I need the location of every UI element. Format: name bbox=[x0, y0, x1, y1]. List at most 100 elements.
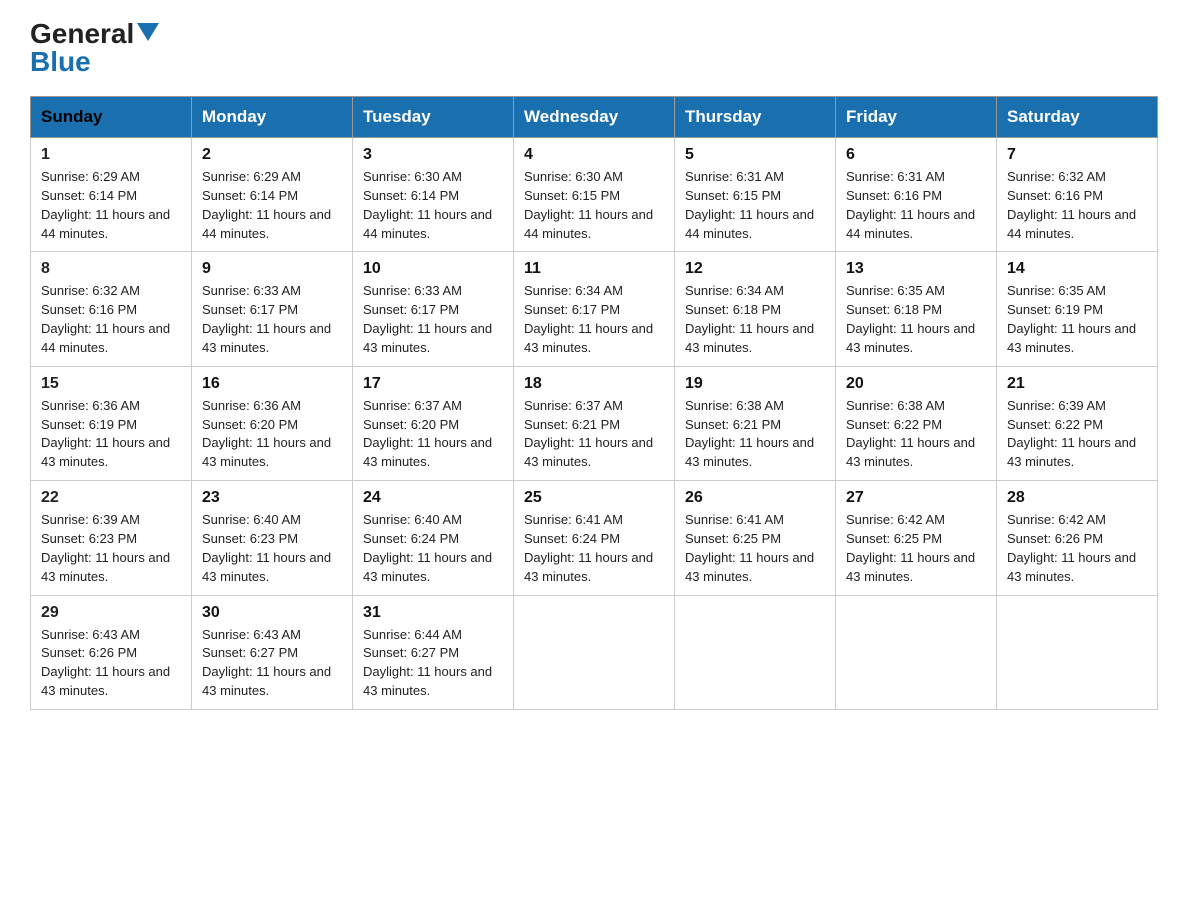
day-info: Sunrise: 6:42 AMSunset: 6:26 PMDaylight:… bbox=[1007, 511, 1147, 586]
calendar-cell: 13 Sunrise: 6:35 AMSunset: 6:18 PMDayligh… bbox=[836, 252, 997, 366]
day-info: Sunrise: 6:34 AMSunset: 6:18 PMDaylight:… bbox=[685, 282, 825, 357]
day-info: Sunrise: 6:43 AMSunset: 6:27 PMDaylight:… bbox=[202, 626, 342, 701]
day-number: 14 bbox=[1007, 260, 1147, 278]
calendar-cell: 23 Sunrise: 6:40 AMSunset: 6:23 PMDayligh… bbox=[192, 481, 353, 595]
calendar-cell bbox=[997, 595, 1158, 709]
day-info: Sunrise: 6:29 AMSunset: 6:14 PMDaylight:… bbox=[41, 168, 181, 243]
calendar-cell: 9 Sunrise: 6:33 AMSunset: 6:17 PMDaylight… bbox=[192, 252, 353, 366]
day-info: Sunrise: 6:40 AMSunset: 6:23 PMDaylight:… bbox=[202, 511, 342, 586]
calendar-cell: 16 Sunrise: 6:36 AMSunset: 6:20 PMDayligh… bbox=[192, 366, 353, 480]
day-info: Sunrise: 6:32 AMSunset: 6:16 PMDaylight:… bbox=[41, 282, 181, 357]
weekday-header-row: SundayMondayTuesdayWednesdayThursdayFrid… bbox=[31, 97, 1158, 138]
calendar-cell: 20 Sunrise: 6:38 AMSunset: 6:22 PMDayligh… bbox=[836, 366, 997, 480]
calendar-cell: 11Sunrise: 6:34 AMSunset: 6:17 PMDayligh… bbox=[514, 252, 675, 366]
day-info: Sunrise: 6:37 AMSunset: 6:20 PMDaylight:… bbox=[363, 397, 503, 472]
day-number: 20 bbox=[846, 375, 986, 393]
day-number: 16 bbox=[202, 375, 342, 393]
calendar-cell: 7 Sunrise: 6:32 AMSunset: 6:16 PMDaylight… bbox=[997, 138, 1158, 252]
day-number: 7 bbox=[1007, 146, 1147, 164]
day-number: 10 bbox=[363, 260, 503, 278]
calendar-cell bbox=[675, 595, 836, 709]
day-info: Sunrise: 6:35 AMSunset: 6:18 PMDaylight:… bbox=[846, 282, 986, 357]
weekday-header-thursday: Thursday bbox=[675, 97, 836, 138]
day-info: Sunrise: 6:32 AMSunset: 6:16 PMDaylight:… bbox=[1007, 168, 1147, 243]
day-info: Sunrise: 6:30 AMSunset: 6:15 PMDaylight:… bbox=[524, 168, 664, 243]
calendar-cell: 19Sunrise: 6:38 AMSunset: 6:21 PMDayligh… bbox=[675, 366, 836, 480]
week-row-5: 29 Sunrise: 6:43 AMSunset: 6:26 PMDayligh… bbox=[31, 595, 1158, 709]
day-number: 6 bbox=[846, 146, 986, 164]
week-row-3: 15 Sunrise: 6:36 AMSunset: 6:19 PMDayligh… bbox=[31, 366, 1158, 480]
weekday-header-friday: Friday bbox=[836, 97, 997, 138]
calendar-cell: 29 Sunrise: 6:43 AMSunset: 6:26 PMDayligh… bbox=[31, 595, 192, 709]
calendar-cell: 14 Sunrise: 6:35 AMSunset: 6:19 PMDayligh… bbox=[997, 252, 1158, 366]
calendar-cell: 3 Sunrise: 6:30 AMSunset: 6:14 PMDaylight… bbox=[353, 138, 514, 252]
day-info: Sunrise: 6:43 AMSunset: 6:26 PMDaylight:… bbox=[41, 626, 181, 701]
calendar-cell bbox=[514, 595, 675, 709]
day-number: 11 bbox=[524, 260, 664, 278]
day-number: 1 bbox=[41, 146, 181, 164]
weekday-header-saturday: Saturday bbox=[997, 97, 1158, 138]
week-row-4: 22 Sunrise: 6:39 AMSunset: 6:23 PMDayligh… bbox=[31, 481, 1158, 595]
calendar-cell: 30 Sunrise: 6:43 AMSunset: 6:27 PMDayligh… bbox=[192, 595, 353, 709]
day-info: Sunrise: 6:38 AMSunset: 6:22 PMDaylight:… bbox=[846, 397, 986, 472]
weekday-header-tuesday: Tuesday bbox=[353, 97, 514, 138]
calendar-cell: 4 Sunrise: 6:30 AMSunset: 6:15 PMDaylight… bbox=[514, 138, 675, 252]
calendar-cell: 17 Sunrise: 6:37 AMSunset: 6:20 PMDayligh… bbox=[353, 366, 514, 480]
calendar-cell bbox=[836, 595, 997, 709]
calendar-cell: 6 Sunrise: 6:31 AMSunset: 6:16 PMDaylight… bbox=[836, 138, 997, 252]
day-info: Sunrise: 6:31 AMSunset: 6:15 PMDaylight:… bbox=[685, 168, 825, 243]
day-number: 30 bbox=[202, 604, 342, 622]
day-number: 31 bbox=[363, 604, 503, 622]
day-info: Sunrise: 6:40 AMSunset: 6:24 PMDaylight:… bbox=[363, 511, 503, 586]
calendar-table: SundayMondayTuesdayWednesdayThursdayFrid… bbox=[30, 96, 1158, 710]
logo-blue-text: Blue bbox=[30, 48, 91, 76]
weekday-header-wednesday: Wednesday bbox=[514, 97, 675, 138]
calendar-cell: 10 Sunrise: 6:33 AMSunset: 6:17 PMDayligh… bbox=[353, 252, 514, 366]
day-number: 8 bbox=[41, 260, 181, 278]
day-info: Sunrise: 6:33 AMSunset: 6:17 PMDaylight:… bbox=[363, 282, 503, 357]
weekday-header-sunday: Sunday bbox=[31, 97, 192, 138]
day-number: 4 bbox=[524, 146, 664, 164]
day-info: Sunrise: 6:39 AMSunset: 6:22 PMDaylight:… bbox=[1007, 397, 1147, 472]
calendar-cell: 27 Sunrise: 6:42 AMSunset: 6:25 PMDayligh… bbox=[836, 481, 997, 595]
weekday-header-monday: Monday bbox=[192, 97, 353, 138]
day-number: 29 bbox=[41, 604, 181, 622]
day-number: 26 bbox=[685, 489, 825, 507]
day-number: 3 bbox=[363, 146, 503, 164]
day-info: Sunrise: 6:41 AMSunset: 6:24 PMDaylight:… bbox=[524, 511, 664, 586]
day-info: Sunrise: 6:37 AMSunset: 6:21 PMDaylight:… bbox=[524, 397, 664, 472]
calendar-cell: 31 Sunrise: 6:44 AMSunset: 6:27 PMDayligh… bbox=[353, 595, 514, 709]
day-number: 21 bbox=[1007, 375, 1147, 393]
day-info: Sunrise: 6:33 AMSunset: 6:17 PMDaylight:… bbox=[202, 282, 342, 357]
logo: General Blue bbox=[30, 20, 159, 76]
calendar-cell: 5Sunrise: 6:31 AMSunset: 6:15 PMDaylight… bbox=[675, 138, 836, 252]
day-number: 9 bbox=[202, 260, 342, 278]
logo-general-text: General bbox=[30, 20, 134, 48]
day-info: Sunrise: 6:36 AMSunset: 6:20 PMDaylight:… bbox=[202, 397, 342, 472]
day-number: 22 bbox=[41, 489, 181, 507]
calendar-cell: 21 Sunrise: 6:39 AMSunset: 6:22 PMDayligh… bbox=[997, 366, 1158, 480]
day-number: 13 bbox=[846, 260, 986, 278]
day-info: Sunrise: 6:35 AMSunset: 6:19 PMDaylight:… bbox=[1007, 282, 1147, 357]
day-number: 23 bbox=[202, 489, 342, 507]
day-info: Sunrise: 6:44 AMSunset: 6:27 PMDaylight:… bbox=[363, 626, 503, 701]
day-number: 24 bbox=[363, 489, 503, 507]
day-number: 28 bbox=[1007, 489, 1147, 507]
day-info: Sunrise: 6:39 AMSunset: 6:23 PMDaylight:… bbox=[41, 511, 181, 586]
day-number: 12 bbox=[685, 260, 825, 278]
day-number: 17 bbox=[363, 375, 503, 393]
day-number: 27 bbox=[846, 489, 986, 507]
day-number: 25 bbox=[524, 489, 664, 507]
day-info: Sunrise: 6:38 AMSunset: 6:21 PMDaylight:… bbox=[685, 397, 825, 472]
day-number: 15 bbox=[41, 375, 181, 393]
calendar-cell: 2Sunrise: 6:29 AMSunset: 6:14 PMDaylight… bbox=[192, 138, 353, 252]
day-info: Sunrise: 6:36 AMSunset: 6:19 PMDaylight:… bbox=[41, 397, 181, 472]
day-info: Sunrise: 6:41 AMSunset: 6:25 PMDaylight:… bbox=[685, 511, 825, 586]
day-number: 18 bbox=[524, 375, 664, 393]
calendar-cell: 28 Sunrise: 6:42 AMSunset: 6:26 PMDayligh… bbox=[997, 481, 1158, 595]
day-info: Sunrise: 6:30 AMSunset: 6:14 PMDaylight:… bbox=[363, 168, 503, 243]
day-info: Sunrise: 6:31 AMSunset: 6:16 PMDaylight:… bbox=[846, 168, 986, 243]
calendar-cell: 18 Sunrise: 6:37 AMSunset: 6:21 PMDayligh… bbox=[514, 366, 675, 480]
logo-triangle-icon bbox=[137, 23, 159, 41]
day-info: Sunrise: 6:42 AMSunset: 6:25 PMDaylight:… bbox=[846, 511, 986, 586]
